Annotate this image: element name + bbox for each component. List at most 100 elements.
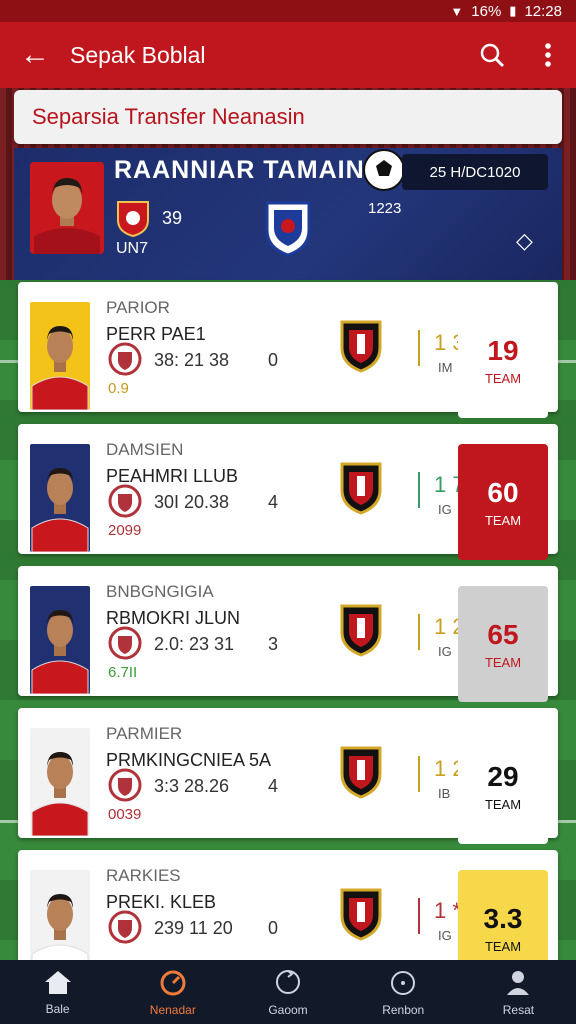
club-badge-icon	[116, 200, 150, 238]
transfer-count: 4	[268, 492, 279, 512]
player-position: PARMIER	[106, 724, 183, 743]
club-logo-icon	[108, 910, 142, 944]
battery-level: 16%	[471, 2, 502, 20]
transfer-card[interactable]: BNBGNGIGIA RBMOKRI JLUN 2.0: 23 31 3 6.7…	[18, 566, 558, 702]
featured-transfer-banner[interactable]: RAANNIAR TAMAING 39 UN7 1223 25 H/DC1020…	[14, 148, 562, 280]
featured-date: 1223	[368, 200, 402, 217]
rating-badge: 29 TEAM	[458, 728, 548, 844]
transfer-count: 0	[268, 918, 279, 938]
transfer-count: 3	[268, 634, 279, 654]
nav-label: Resat	[502, 1002, 535, 1017]
destination-crest-icon	[340, 886, 382, 942]
home-icon	[43, 969, 73, 998]
transfer-card[interactable]: PARMIER PRMKINGCNIEA 5A 3:3 28.26 4 0039…	[18, 708, 558, 844]
rating-label: TEAM	[484, 512, 522, 528]
more-options-icon[interactable]	[520, 22, 576, 88]
destination-crest-icon	[340, 744, 382, 800]
search-icon[interactable]	[464, 22, 520, 88]
player-position: BNBGNGIGIA	[106, 582, 214, 601]
rating-value: 3.3	[483, 902, 523, 934]
destination-crest-icon	[340, 460, 382, 516]
transfer-sub-value: 2099	[108, 522, 142, 539]
transfer-card[interactable]: PARIOR PERR PAE1 38: 21 38 0 0.9 1 35 IM…	[18, 282, 558, 418]
rating-label: TEAM	[484, 938, 522, 954]
nav-item-alarm[interactable]: Renbon	[346, 960, 461, 1024]
rating-label: TEAM	[484, 796, 522, 812]
featured-player-name: RAANNIAR TAMAING	[114, 156, 386, 184]
player-photo	[30, 586, 90, 694]
divider	[418, 472, 420, 508]
player-position: PARIOR	[106, 298, 170, 317]
nav-item-home[interactable]: Bale	[0, 960, 115, 1024]
bottom-navigation: Bale Nenadar Gaoom Renbon Resat	[0, 960, 576, 1024]
club-logo-icon	[108, 768, 142, 802]
status-bar: ▼ 16% ▮ 12:28	[0, 0, 576, 22]
transfer-sub-value: 0.9	[108, 380, 129, 397]
wifi-icon: ▼	[450, 3, 464, 19]
ratio-sub: IM	[438, 360, 453, 375]
timer-icon	[159, 968, 187, 999]
app-bar: ← Sepak Boblal	[0, 22, 576, 88]
transfer-stats: 30I 20.38	[154, 492, 230, 512]
nav-label: Nenadar	[149, 1002, 196, 1017]
person-icon	[504, 968, 532, 999]
rating-value: 65	[487, 618, 519, 650]
nav-item-refresh[interactable]: Gaoom	[230, 960, 345, 1024]
featured-number: 39	[162, 208, 183, 228]
alarm-icon	[389, 968, 417, 999]
page-title: Sepak Boblal	[70, 41, 206, 68]
featured-age: UN7	[116, 240, 149, 257]
transfer-count: 4	[268, 776, 279, 796]
featured-fee-text: 25 H/DC1020	[429, 163, 521, 181]
player-photo	[30, 444, 90, 552]
destination-crest-icon	[340, 602, 382, 658]
transfer-stats: 3:3 28.26	[154, 776, 230, 796]
transfer-card[interactable]: DAMSIEN PEAHMRI LLUB 30I 20.38 4 2099 1 …	[18, 424, 558, 560]
battery-icon: ▮	[509, 3, 517, 18]
transfer-count: 0	[268, 350, 279, 370]
rating-value: 60	[487, 476, 519, 508]
rating-badge: 19 TEAM	[458, 302, 548, 418]
rating-badge: 65 TEAM	[458, 586, 548, 702]
nav-label: Bale	[45, 1001, 70, 1016]
refresh-icon	[274, 968, 302, 999]
player-photo	[30, 728, 90, 836]
ratio-sub: IG	[438, 928, 452, 943]
ratio-value: 1 *	[434, 898, 461, 923]
nav-label: Gaoom	[268, 1002, 308, 1017]
featured-fee: 25 H/DC1020	[402, 154, 548, 190]
transfer-sub-value: 6.7II	[108, 664, 138, 681]
divider	[418, 756, 420, 792]
section-title: Separsia Transfer Neanasin	[32, 104, 305, 129]
player-position: RARKIES	[106, 866, 181, 885]
club-logo-icon	[108, 626, 142, 660]
club-logo-icon	[108, 342, 142, 376]
nav-item-timer[interactable]: Nenadar	[115, 960, 230, 1024]
transfer-stats: 239 11 20	[154, 918, 233, 938]
nav-label: Renbon	[382, 1002, 425, 1017]
rating-badge: 60 TEAM	[458, 444, 548, 560]
divider	[418, 614, 420, 650]
club-logo-icon	[108, 484, 142, 518]
player-portrait	[30, 162, 104, 254]
rating-value: 19	[487, 334, 519, 366]
section-header: Separsia Transfer Neanasin	[14, 90, 562, 144]
transfer-stats: 2.0: 23 31	[154, 634, 235, 654]
rating-label: TEAM	[484, 370, 522, 386]
ratio-sub: IG	[438, 502, 452, 517]
divider	[418, 330, 420, 366]
player-photo	[30, 302, 90, 410]
ratio-sub: IG	[438, 644, 452, 659]
clock: 12:28	[524, 2, 562, 20]
transfer-sub-value: 0039	[108, 806, 142, 823]
divider	[418, 898, 420, 934]
new-club-crest-icon	[264, 200, 312, 258]
player-position: DAMSIEN	[106, 440, 184, 459]
rating-value: 29	[487, 760, 519, 792]
share-diamond-icon[interactable]: ◇	[516, 228, 533, 254]
ratio-sub: IB	[438, 786, 451, 801]
back-arrow-icon[interactable]: ←	[0, 22, 70, 88]
nav-item-profile[interactable]: Resat	[461, 960, 576, 1024]
transfer-stats: 38: 21 38	[154, 350, 230, 370]
rating-label: TEAM	[484, 654, 522, 670]
